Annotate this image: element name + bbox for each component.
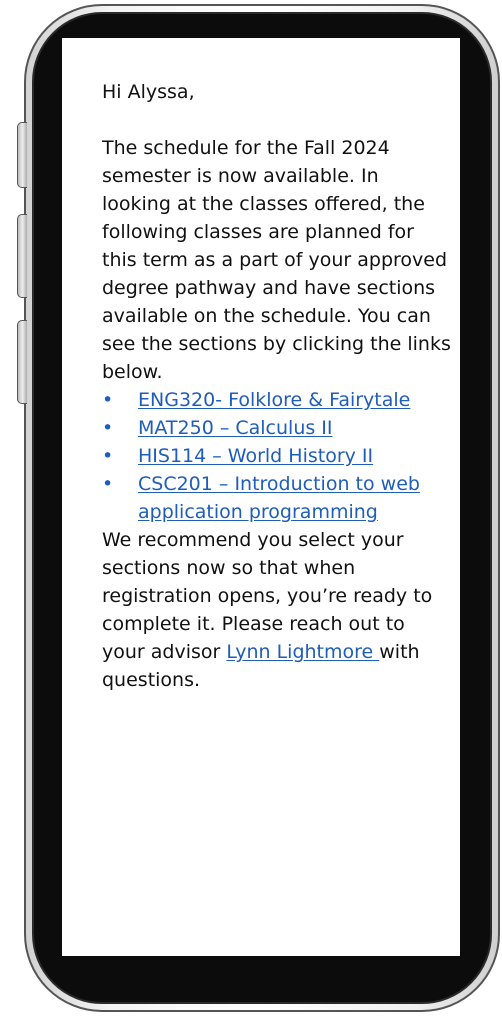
course-list: • ENG320- Folklore & Fairytale • MAT250 … — [102, 386, 452, 526]
intro-paragraph: The schedule for the Fall 2024 semester … — [102, 137, 451, 383]
phone-side-button-3 — [17, 320, 27, 404]
list-item: • MAT250 – Calculus II — [102, 414, 452, 442]
list-item: • HIS114 – World History II — [102, 442, 452, 470]
bullet-icon: • — [102, 445, 114, 467]
bullet-icon: • — [102, 473, 114, 495]
bullet-icon: • — [102, 389, 114, 411]
phone-side-button-2 — [17, 214, 27, 298]
course-link-eng320[interactable]: ENG320- Folklore & Fairytale — [138, 389, 410, 411]
course-link-mat250[interactable]: MAT250 – Calculus II — [138, 417, 333, 439]
closing-paragraph: We recommend you select your sections no… — [102, 526, 452, 694]
course-link-his114[interactable]: HIS114 – World History II — [138, 445, 373, 467]
course-link-csc201[interactable]: CSC201 – Introduction to web application… — [138, 473, 420, 523]
bullet-icon: • — [102, 417, 114, 439]
phone-screen[interactable]: Hi Alyssa, The schedule for the Fall 202… — [62, 38, 460, 956]
greeting: Hi Alyssa, — [102, 81, 195, 103]
email-body: Hi Alyssa, The schedule for the Fall 202… — [102, 78, 452, 694]
phone-side-button-1 — [17, 122, 27, 188]
list-item: • ENG320- Folklore & Fairytale — [102, 386, 452, 414]
advisor-link[interactable]: Lynn Lightmore — [226, 641, 379, 663]
list-item: • CSC201 – Introduction to web applicati… — [102, 470, 452, 526]
